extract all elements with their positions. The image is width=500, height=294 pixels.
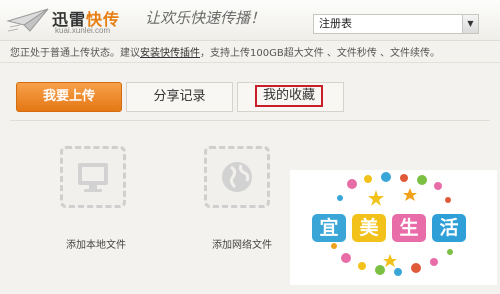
promo-char-3: 生 xyxy=(392,214,426,242)
monitor-icon xyxy=(78,163,108,192)
tab-favorites-label: 我的收藏 xyxy=(262,88,315,103)
add-local-file-button[interactable] xyxy=(60,146,126,208)
divider xyxy=(0,62,500,63)
highlight-box: 我的收藏 xyxy=(255,85,323,107)
slogan-text: 让欢乐快速传播！ xyxy=(145,9,266,27)
tab-underline xyxy=(10,120,490,121)
register-value: 注册表 xyxy=(319,17,352,30)
promo-char-2: 美 xyxy=(352,214,386,242)
header-bar: 迅雷快传 kuai.xunlei.com 让欢乐快速传播！ 注册表 ▼ xyxy=(0,0,500,41)
logo-url: kuai.xunlei.com xyxy=(55,26,111,35)
add-network-file-label[interactable]: 添加网络文件 xyxy=(212,236,272,251)
paper-plane-icon xyxy=(6,8,49,32)
tab-upload[interactable]: 我要上传 xyxy=(16,82,122,112)
add-local-file-label[interactable]: 添加本地文件 xyxy=(66,236,126,251)
promo-char-4: 活 xyxy=(432,214,466,242)
add-network-file-button[interactable] xyxy=(204,146,270,208)
install-plugin-link[interactable]: 安装快传插件 xyxy=(140,48,200,59)
tab-share-history[interactable]: 分享记录 xyxy=(126,82,233,112)
chevron-down-icon[interactable]: ▼ xyxy=(462,15,478,33)
tab-favorites[interactable]: 我的收藏 xyxy=(237,82,344,112)
upload-notice: 您正处于普通上传状态。建议安装快传插件，支持上传100GB超大文件 、文件秒传 … xyxy=(10,48,441,59)
promo-image: 宜 美 生 活 xyxy=(290,170,497,285)
promo-char-1: 宜 xyxy=(312,214,346,242)
globe-icon xyxy=(222,162,252,192)
register-select[interactable]: 注册表 ▼ xyxy=(313,14,479,34)
